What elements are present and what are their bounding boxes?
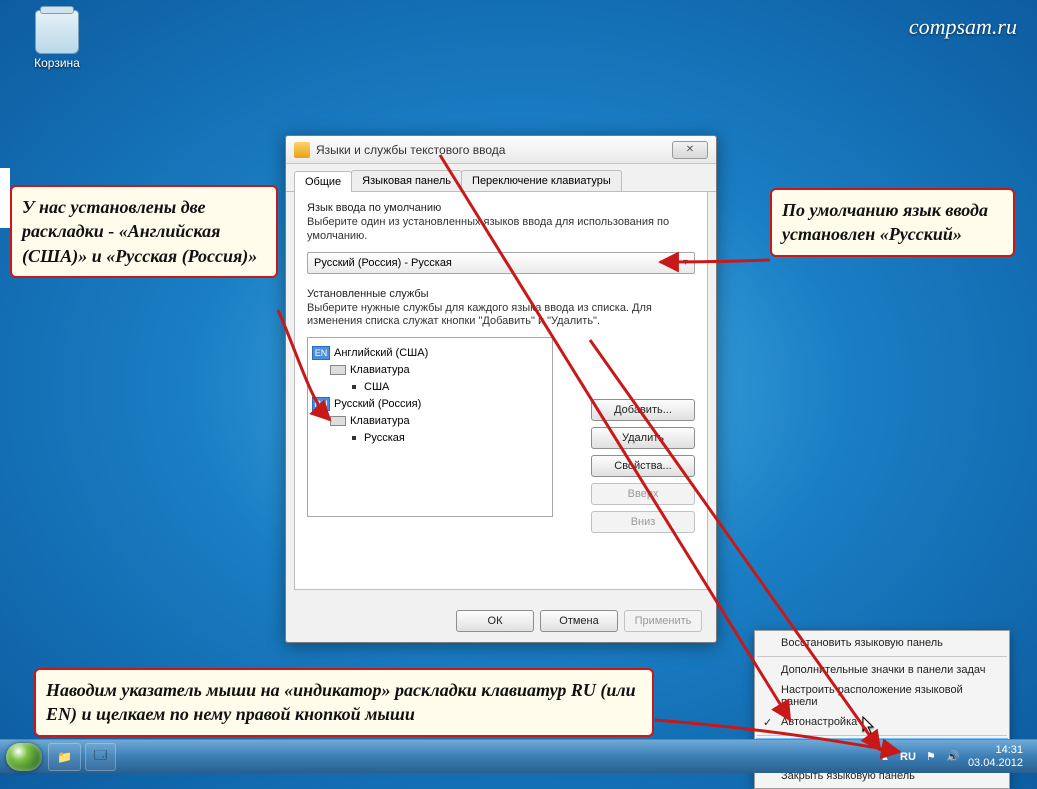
mouse-cursor-icon — [862, 716, 876, 736]
system-tray[interactable]: ▴ RU ⚑ 🔊 14:31 03.04.2012 — [878, 744, 1031, 768]
move-down-button[interactable]: Вниз — [591, 511, 695, 533]
dialog-body: Язык ввода по умолчанию Выберите один из… — [294, 192, 708, 590]
ctx-restore[interactable]: Восстановить языковую панель — [755, 633, 1009, 653]
default-lang-group-label: Язык ввода по умолчанию — [307, 202, 695, 214]
apply-button[interactable]: Применить — [624, 610, 702, 632]
left-edge-strip — [0, 168, 10, 228]
tab-key-switching[interactable]: Переключение клавиатуры — [461, 170, 622, 191]
services-tree[interactable]: EN Английский (США) Клавиатура США RU Ру… — [307, 337, 553, 517]
tree-lang-ru-label: Русский (Россия) — [334, 398, 421, 410]
tree-en-layout[interactable]: США — [312, 378, 548, 395]
dialog-app-icon — [294, 142, 310, 158]
properties-button[interactable]: Свойства... — [591, 455, 695, 477]
tree-lang-en-label: Английский (США) — [334, 347, 428, 359]
flag-icon[interactable]: ⚑ — [924, 750, 938, 764]
tree-ru-layout-label: Русская — [364, 432, 405, 444]
tray-time: 14:31 — [968, 744, 1023, 756]
default-lang-combobox[interactable]: Русский (Россия) - Русская — [307, 252, 695, 274]
dialog-titlebar[interactable]: Языки и службы текстового ввода ✕ — [286, 136, 716, 164]
default-lang-value: Русский (Россия) - Русская — [314, 257, 452, 269]
tree-lang-en[interactable]: EN Английский (США) — [312, 344, 548, 361]
language-indicator[interactable]: RU — [900, 751, 916, 763]
keyboard-icon — [330, 365, 346, 375]
keyboard-icon — [330, 416, 346, 426]
taskbar-app-1[interactable]: 📁 — [48, 743, 81, 771]
ctx-extra-icons[interactable]: Дополнительные значки в панели задач — [755, 660, 1009, 680]
speaker-icon[interactable]: 🔊 — [946, 750, 960, 764]
default-lang-hint: Выберите один из установленных языков вв… — [307, 216, 695, 244]
tree-lang-ru[interactable]: RU Русский (Россия) — [312, 395, 548, 412]
services-side-buttons: Добавить... Удалить Свойства... Вверх Вн… — [591, 399, 695, 533]
tree-ru-keyboard[interactable]: Клавиатура — [312, 412, 548, 429]
tray-date: 03.04.2012 — [968, 757, 1023, 769]
dialog-footer: ОК Отмена Применить — [286, 600, 716, 642]
dialog-title: Языки и службы текстового ввода — [316, 143, 672, 157]
taskbar-app-2[interactable]: 🗔 — [85, 743, 116, 771]
recycle-bin-label: Корзина — [25, 56, 89, 70]
en-badge-icon: EN — [312, 346, 330, 360]
folder-icon: 📁 — [57, 750, 72, 764]
close-button[interactable]: ✕ — [672, 141, 708, 159]
text-services-dialog: Языки и службы текстового ввода ✕ Общие … — [285, 135, 717, 643]
ru-badge-icon: RU — [312, 397, 330, 411]
cancel-button[interactable]: Отмена — [540, 610, 618, 632]
tab-language-bar[interactable]: Языковая панель — [351, 170, 462, 191]
tree-ru-layout[interactable]: Русская — [312, 429, 548, 446]
taskbar[interactable]: 📁 🗔 ▴ RU ⚑ 🔊 14:31 03.04.2012 — [0, 739, 1037, 773]
remove-button[interactable]: Удалить — [591, 427, 695, 449]
tree-en-layout-label: США — [364, 381, 389, 393]
annotation-indicator-rightclick: Наводим указатель мыши на «индикатор» ра… — [34, 668, 654, 737]
ctx-adjust[interactable]: Настроить расположение языковой панели — [755, 680, 1009, 712]
tab-general[interactable]: Общие — [294, 171, 352, 192]
services-group-label: Установленные службы — [307, 288, 695, 300]
ctx-separator — [757, 735, 1007, 736]
start-button[interactable] — [6, 743, 42, 771]
bullet-icon — [352, 385, 356, 389]
watermark-text: compsam.ru — [909, 14, 1017, 40]
move-up-button[interactable]: Вверх — [591, 483, 695, 505]
close-icon: ✕ — [686, 144, 694, 155]
annotation-installed-layouts: У нас установлены две раскладки - «Англи… — [10, 185, 278, 278]
tree-keyboard-label2: Клавиатура — [350, 415, 410, 427]
services-hint: Выберите нужные службы для каждого языка… — [307, 302, 695, 330]
tree-en-keyboard[interactable]: Клавиатура — [312, 361, 548, 378]
tree-keyboard-label: Клавиатура — [350, 364, 410, 376]
annotation-default-lang: По умолчанию язык ввода установлен «Русс… — [770, 188, 1015, 257]
tray-clock[interactable]: 14:31 03.04.2012 — [968, 744, 1023, 768]
chevron-up-icon[interactable]: ▴ — [878, 750, 892, 764]
recycle-bin-icon — [35, 10, 79, 54]
ok-button[interactable]: ОК — [456, 610, 534, 632]
ctx-separator — [757, 656, 1007, 657]
window-icon: 🗔 — [94, 746, 107, 767]
recycle-bin[interactable]: Корзина — [25, 10, 89, 70]
ctx-auto[interactable]: Автонастройка — [755, 712, 1009, 732]
add-button[interactable]: Добавить... — [591, 399, 695, 421]
dialog-tabs: Общие Языковая панель Переключение клави… — [286, 164, 716, 192]
bullet-icon — [352, 436, 356, 440]
installed-services-group: Установленные службы Выберите нужные слу… — [307, 288, 695, 534]
